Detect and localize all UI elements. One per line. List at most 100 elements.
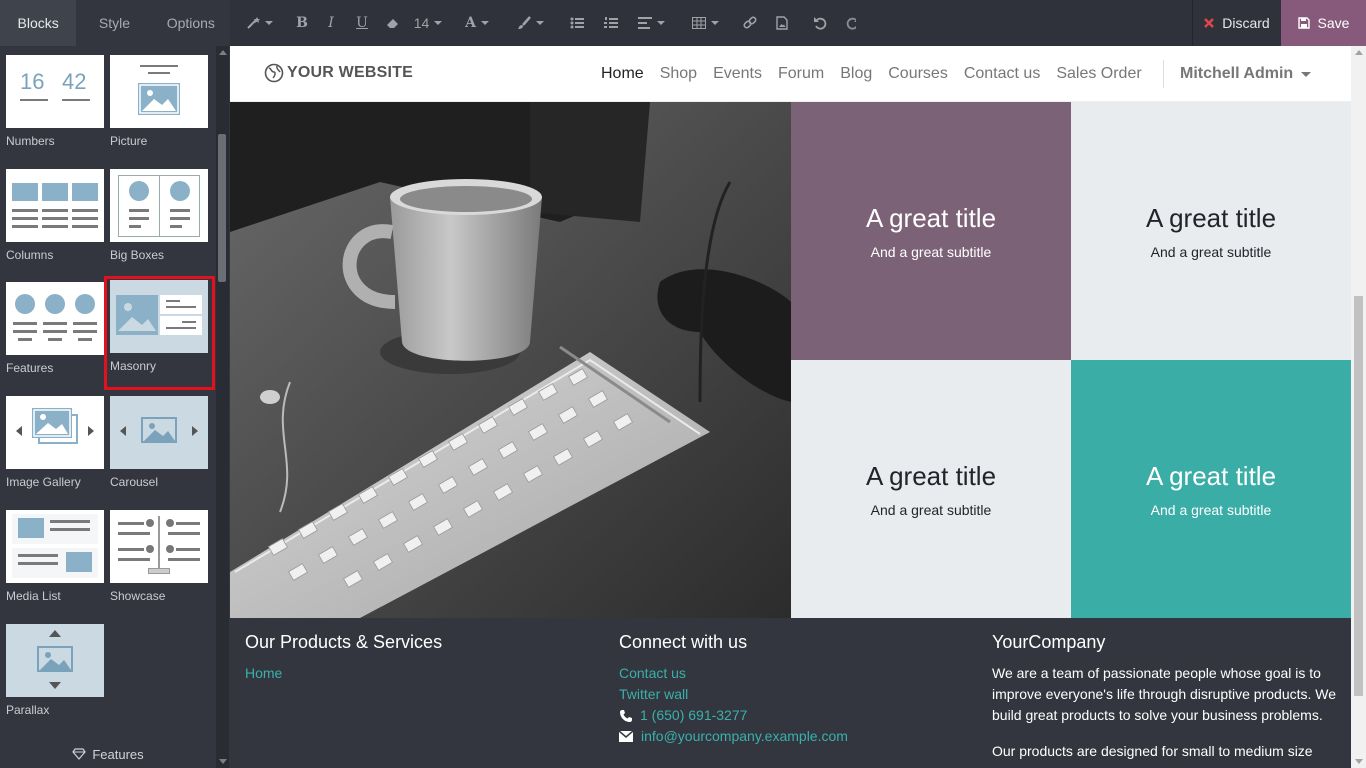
footer-products-column: Our Products & Services Home [245, 632, 585, 684]
table-dropdown[interactable] [680, 0, 730, 46]
snippet-numbers[interactable]: 16 42 Numbers [6, 55, 110, 159]
snippet-label: Parallax [6, 703, 50, 717]
snippet-media-list[interactable]: Media List [6, 510, 110, 614]
tab-blocks[interactable]: Blocks [0, 0, 77, 46]
arrow-left-icon [16, 426, 22, 436]
eraser-button[interactable] [378, 0, 408, 46]
link-icon [743, 16, 757, 29]
snippet-label: Features [6, 361, 54, 375]
background-color-dropdown[interactable] [506, 0, 554, 46]
snippet-showcase[interactable]: Showcase [110, 510, 214, 614]
scroll-down-icon[interactable] [1355, 759, 1363, 764]
redo-button[interactable] [846, 0, 856, 46]
footer-company-column: YourCompany We are a team of passionate … [992, 632, 1342, 762]
footer-heading: Connect with us [619, 632, 748, 652]
nav-contact-us[interactable]: Contact us [964, 65, 1040, 83]
numbers-thumbnail: 16 42 [6, 55, 104, 128]
nav-divider [1163, 60, 1164, 88]
arrow-up-icon [49, 630, 61, 637]
footer-email[interactable]: info@yourcompany.example.com [619, 726, 959, 747]
globe-icon [264, 63, 284, 83]
snippet-label: Columns [6, 248, 54, 262]
scroll-up-icon[interactable] [1355, 50, 1363, 55]
numbered-list-button[interactable] [600, 0, 622, 46]
masonry-tile-4[interactable]: A great title And a great subtitle [1071, 360, 1351, 618]
redo-icon [846, 17, 856, 30]
media-list-thumbnail [6, 510, 104, 583]
arrow-right-icon [192, 426, 198, 436]
undo-button[interactable] [794, 0, 846, 46]
landscape-icon [33, 409, 71, 437]
media-button[interactable] [770, 0, 794, 46]
footer-email-address[interactable]: info@yourcompany.example.com [641, 726, 848, 747]
nav-forum[interactable]: Forum [778, 65, 824, 83]
footer-link-home[interactable]: Home [245, 663, 585, 684]
discard-label: Discard [1222, 15, 1270, 31]
site-scroll-thumb[interactable] [1354, 296, 1363, 696]
user-menu-dropdown[interactable]: Mitchell Admin [1180, 46, 1312, 102]
nav-shop[interactable]: Shop [660, 65, 697, 83]
showcase-thumbnail [110, 510, 208, 583]
website-preview: YOUR WEBSITE Home Shop Events Forum Blog… [230, 46, 1351, 768]
paragraph-align-dropdown[interactable] [622, 0, 680, 46]
snippet-picture[interactable]: Picture [110, 55, 214, 159]
site-scrollbar[interactable] [1351, 46, 1366, 768]
font-size-dropdown[interactable]: 14 [408, 0, 448, 46]
columns-thumbnail [6, 169, 104, 242]
underline-button[interactable]: U [346, 0, 378, 46]
tile-title: A great title [865, 202, 997, 233]
parallax-thumbnail [6, 624, 104, 697]
masonry-block[interactable]: A great title And a great subtitle A gre… [230, 102, 1351, 618]
bullet-list-button[interactable] [554, 0, 600, 46]
snippet-features[interactable]: Features [6, 282, 110, 386]
footer-link-twitter-wall[interactable]: Twitter wall [619, 684, 959, 705]
snippet-parallax[interactable]: Parallax [6, 624, 110, 728]
snippet-list: 16 42 Numbers Picture Columns Big Boxes … [0, 46, 216, 768]
nav-blog[interactable]: Blog [840, 65, 872, 83]
nav-courses[interactable]: Courses [888, 65, 948, 83]
bold-button[interactable]: B [288, 0, 316, 46]
masonry-tile-3[interactable]: A great title And a great subtitle [791, 360, 1071, 618]
snippet-big-boxes[interactable]: Big Boxes [110, 169, 214, 273]
nav-home[interactable]: Home [601, 65, 644, 83]
scroll-down-icon[interactable] [219, 759, 227, 764]
panel-scrollbar[interactable] [216, 46, 229, 768]
align-left-icon [637, 17, 652, 29]
snippet-carousel[interactable]: Carousel [110, 396, 214, 500]
footer-link-contact-us[interactable]: Contact us [619, 663, 959, 684]
italic-button[interactable]: I [316, 0, 346, 46]
discard-button[interactable]: Discard [1192, 0, 1281, 46]
tile-subtitle: And a great subtitle [1150, 243, 1272, 260]
panel-scroll-thumb[interactable] [218, 134, 226, 282]
user-name: Mitchell Admin [1180, 65, 1294, 82]
footer-phone-number[interactable]: 1 (650) 691-3277 [640, 705, 747, 726]
landscape-icon [37, 646, 73, 672]
link-button[interactable] [730, 0, 770, 46]
snippet-label: Picture [110, 134, 148, 148]
logo-text: YOUR WEBSITE [287, 64, 413, 81]
tab-style[interactable]: Style [76, 0, 152, 46]
snippet-columns[interactable]: Columns [6, 169, 110, 273]
nav-events[interactable]: Events [713, 65, 762, 83]
snippet-category-footer[interactable]: Features [0, 740, 216, 768]
close-icon [1204, 18, 1215, 28]
save-button[interactable]: Save [1281, 0, 1366, 46]
tab-options[interactable]: Options [153, 0, 229, 46]
landscape-icon [141, 417, 177, 443]
desk-image [230, 102, 791, 618]
font-color-dropdown[interactable]: A [448, 0, 506, 46]
footer-heading: Our Products & Services [245, 632, 443, 652]
masonry-tile-2[interactable]: A great title And a great subtitle [1071, 102, 1351, 360]
scroll-up-icon[interactable] [219, 50, 227, 55]
site-logo[interactable]: YOUR WEBSITE [264, 63, 413, 83]
footer-company-products-text: Our products are designed for small to m… [992, 743, 1313, 759]
arrow-left-icon [120, 426, 126, 436]
magic-style-dropdown[interactable] [230, 0, 288, 46]
save-label: Save [1317, 15, 1350, 31]
nav-sales-order[interactable]: Sales Order [1056, 65, 1141, 83]
footer-phone[interactable]: 1 (650) 691-3277 [619, 705, 959, 726]
masonry-tile-1[interactable]: A great title And a great subtitle [791, 102, 1071, 360]
snippet-masonry[interactable]: Masonry [104, 276, 215, 390]
snippet-image-gallery[interactable]: Image Gallery [6, 396, 110, 500]
magic-wand-icon [246, 17, 260, 29]
